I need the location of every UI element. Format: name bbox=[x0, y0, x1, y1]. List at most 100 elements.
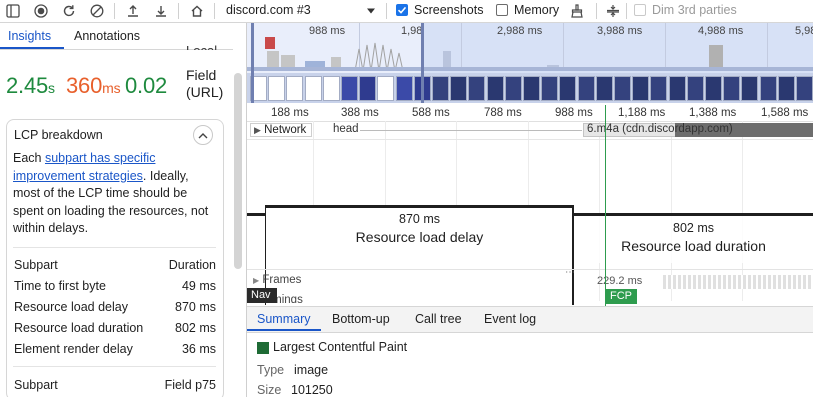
detail-tabs: Summary Bottom-up Call tree Event log bbox=[247, 306, 813, 333]
screenshot-thumbnail[interactable] bbox=[486, 76, 504, 101]
resize-grip-icon[interactable]: ⋯ bbox=[565, 267, 576, 278]
ruler-tick: 388 ms bbox=[341, 107, 379, 119]
screenshot-thumbnail[interactable] bbox=[395, 76, 413, 101]
left-scrollbar[interactable] bbox=[234, 73, 242, 269]
ruler-tick: 988 ms bbox=[555, 107, 593, 119]
screenshots-label[interactable]: Screenshots bbox=[414, 3, 483, 17]
table-row-value: 49 ms bbox=[181, 279, 216, 293]
duration-value: 802 ms bbox=[673, 221, 714, 235]
home-icon[interactable] bbox=[188, 2, 206, 20]
tab-summary[interactable]: Summary bbox=[257, 312, 310, 326]
screenshot-thumbnail[interactable] bbox=[759, 76, 777, 101]
active-detail-tab-indicator bbox=[247, 329, 321, 331]
screenshot-thumbnail[interactable] bbox=[777, 76, 795, 101]
network-track[interactable]: ▶ Network head 6.m4a (cdn.discordapp.com… bbox=[247, 122, 813, 140]
tab-event-log[interactable]: Event log bbox=[484, 312, 536, 326]
dim-third-parties-label[interactable]: Dim 3rd parties bbox=[652, 3, 737, 17]
lcp-unit: s bbox=[48, 80, 55, 96]
timeline-overview[interactable]: 988 ms 1,98 2,988 ms 3,988 ms 4,988 ms 5… bbox=[247, 23, 813, 103]
subpart-header: Subpart bbox=[14, 258, 58, 272]
frames-track-header[interactable]: ▶ Frames bbox=[253, 274, 301, 286]
screenshot-thumbnail[interactable] bbox=[504, 76, 522, 101]
collapse-button[interactable] bbox=[193, 125, 213, 145]
tab-bottom-up[interactable]: Bottom-up bbox=[332, 312, 390, 326]
screenshot-thumbnail[interactable] bbox=[468, 76, 486, 101]
toggle-sidebar-icon[interactable] bbox=[4, 2, 22, 20]
cls-value: 0.02 bbox=[125, 73, 168, 98]
resource-load-delay-box[interactable]: 870 ms Resource load delay bbox=[265, 205, 574, 305]
screenshot-thumbnail[interactable] bbox=[304, 76, 322, 101]
screenshot-thumbnail[interactable] bbox=[432, 76, 449, 101]
screenshot-thumbnail[interactable] bbox=[595, 76, 613, 101]
screenshot-thumbnail[interactable] bbox=[741, 76, 759, 101]
recording-select[interactable]: discord.com #3 bbox=[226, 3, 311, 17]
screenshot-thumbnail[interactable] bbox=[668, 76, 686, 101]
screenshot-thumbnail[interactable] bbox=[541, 76, 559, 101]
lcp-value: 2.45 bbox=[6, 73, 49, 98]
timeline-panel: 988 ms 1,98 2,988 ms 3,988 ms 4,988 ms 5… bbox=[247, 23, 813, 397]
delay-value: 870 ms bbox=[399, 212, 440, 226]
range-handle-left[interactable] bbox=[251, 23, 254, 103]
field-label: Field bbox=[186, 67, 217, 83]
lcp-breakdown-title: LCP breakdown bbox=[14, 128, 103, 142]
table-row-name: Time to first byte bbox=[14, 279, 106, 293]
screenshots-checkbox[interactable] bbox=[396, 4, 408, 16]
chevron-down-icon[interactable] bbox=[362, 2, 380, 20]
download-icon[interactable] bbox=[152, 2, 170, 20]
lcp-breakdown-description: Each subpart has specific improvement st… bbox=[13, 150, 213, 238]
subpart-header-2: Subpart bbox=[14, 378, 58, 392]
clear-icon[interactable] bbox=[88, 2, 106, 20]
screenshot-thumbnail[interactable] bbox=[341, 76, 358, 101]
screenshot-thumbnail[interactable] bbox=[614, 76, 631, 101]
ruler-tick: 1,188 ms bbox=[618, 107, 666, 119]
range-handle-right[interactable] bbox=[421, 23, 424, 103]
size-label: Size bbox=[257, 383, 282, 397]
reload-icon[interactable] bbox=[60, 2, 78, 20]
insights-panel: Insights Annotations Local 2.45s 360ms 0… bbox=[0, 23, 247, 397]
screenshot-thumbnail[interactable] bbox=[286, 76, 304, 101]
inp-unit: ms bbox=[102, 80, 121, 96]
cpu-activity-graph bbox=[247, 37, 813, 71]
local-label: Local bbox=[186, 38, 217, 50]
lcp-color-swatch bbox=[257, 342, 269, 354]
fcp-marker[interactable]: FCP bbox=[605, 289, 637, 304]
screenshot-thumbnail[interactable] bbox=[577, 76, 595, 101]
toolbar: discord.com #3 Screenshots Memory Dim 3r… bbox=[0, 0, 813, 23]
screenshot-thumbnail[interactable] bbox=[559, 76, 577, 101]
screenshot-thumbnail[interactable] bbox=[377, 76, 395, 101]
nav-marker-label[interactable]: Nav bbox=[247, 288, 277, 303]
screenshot-thumbnail[interactable] bbox=[523, 76, 540, 101]
dim-third-parties-checkbox[interactable] bbox=[634, 4, 646, 16]
network-track-header[interactable]: ▶ Network bbox=[250, 123, 312, 137]
ruler-tick: 788 ms bbox=[484, 107, 522, 119]
broom-icon[interactable] bbox=[568, 2, 586, 20]
tab-annotations[interactable]: Annotations bbox=[74, 29, 140, 43]
resource-load-duration-box[interactable]: 802 ms Resource load duration bbox=[574, 213, 813, 263]
inp-metric: 360ms bbox=[66, 73, 121, 99]
table-row-value: 870 ms bbox=[175, 300, 216, 314]
frames-strip bbox=[663, 275, 813, 289]
memory-label[interactable]: Memory bbox=[514, 3, 559, 17]
screenshot-thumbnail[interactable] bbox=[632, 76, 650, 101]
duration-header: Duration bbox=[168, 258, 216, 272]
screenshot-thumbnail[interactable] bbox=[723, 76, 741, 101]
desc-text-pre: Each bbox=[13, 151, 45, 165]
upload-icon[interactable] bbox=[124, 2, 142, 20]
tab-call-tree[interactable]: Call tree bbox=[415, 312, 462, 326]
collapse-tracks-icon[interactable] bbox=[604, 2, 622, 20]
screenshot-thumbnail[interactable] bbox=[705, 76, 722, 101]
screenshot-thumbnail[interactable] bbox=[322, 76, 340, 101]
screenshot-thumbnail[interactable] bbox=[650, 76, 668, 101]
record-icon[interactable] bbox=[32, 2, 50, 20]
screenshot-thumbnail[interactable] bbox=[359, 76, 377, 101]
screenshot-thumbnail[interactable] bbox=[686, 76, 704, 101]
screenshot-thumbnail[interactable] bbox=[268, 76, 286, 101]
memory-checkbox[interactable] bbox=[496, 4, 508, 16]
ruler-tick: 1,588 ms bbox=[761, 107, 809, 119]
screenshot-thumbnail[interactable] bbox=[796, 76, 813, 101]
network-request-head[interactable]: head bbox=[333, 123, 359, 135]
summary-title: Largest Contentful Paint bbox=[273, 340, 408, 354]
screenshot-strip[interactable] bbox=[247, 73, 813, 103]
tab-insights[interactable]: Insights bbox=[8, 29, 51, 43]
screenshot-thumbnail[interactable] bbox=[450, 76, 468, 101]
